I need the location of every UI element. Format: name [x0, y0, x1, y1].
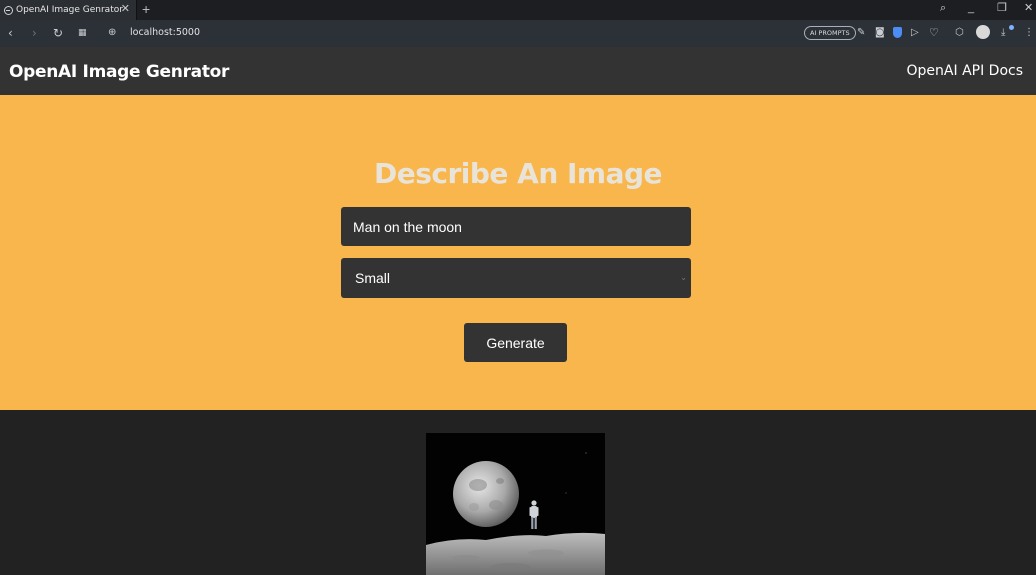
ai-prompts-button[interactable]: AI PROMPTS	[804, 26, 856, 40]
size-select[interactable]: Small ⌄	[341, 258, 691, 298]
reload-icon[interactable]: ↻	[53, 26, 63, 40]
close-tab-icon[interactable]: ✕	[121, 3, 130, 16]
globe-icon	[4, 5, 13, 15]
menu-icon[interactable]: ⋮	[1024, 26, 1034, 40]
site-info-icon[interactable]: ⊕	[108, 26, 116, 40]
send-icon[interactable]: ▷	[911, 26, 919, 40]
prompt-input[interactable]	[341, 207, 691, 246]
generate-button[interactable]: Generate	[464, 323, 567, 362]
back-icon[interactable]: ‹	[8, 26, 13, 40]
shield-icon[interactable]	[893, 27, 902, 38]
image-form-section: Describe An Image Small ⌄ Generate	[0, 95, 1036, 410]
browser-tabbar: OpenAI Image Genrator ✕ + ⌕ _ ❐ ✕	[0, 0, 1036, 20]
browser-tab[interactable]: OpenAI Image Genrator ✕	[0, 0, 137, 20]
app-header: OpenAI Image Genrator OpenAI API Docs	[0, 47, 1036, 95]
app-brand: OpenAI Image Genrator	[9, 62, 230, 82]
close-window-icon[interactable]: ✕	[1024, 1, 1033, 15]
restore-icon[interactable]: ❐	[997, 1, 1007, 15]
address-bar[interactable]: localhost:5000	[130, 27, 200, 38]
extensions-icon[interactable]: ⬡	[955, 26, 964, 40]
search-tabs-icon[interactable]: ⌕	[940, 1, 946, 15]
generated-image	[426, 433, 605, 575]
profile-avatar[interactable]	[976, 25, 990, 39]
minimize-icon[interactable]: _	[968, 1, 974, 15]
result-section	[0, 410, 1036, 575]
chevron-down-icon: ⌄	[680, 273, 687, 282]
forward-icon[interactable]: ›	[32, 26, 37, 40]
browser-navbar: ‹ › ↻ ▦ ⊕ localhost:5000 AI PROMPTS ✎ ◙ …	[0, 20, 1036, 47]
camera-icon[interactable]: ◙	[875, 26, 885, 40]
size-select-value: Small	[355, 270, 391, 286]
new-tab-icon[interactable]: +	[142, 1, 150, 17]
notification-dot	[1009, 25, 1014, 30]
download-icon[interactable]: ⤓	[1001, 26, 1005, 40]
tab-grid-icon[interactable]: ▦	[78, 26, 87, 40]
heart-icon[interactable]: ♡	[929, 26, 939, 40]
openai-api-docs-link[interactable]: OpenAI API Docs	[907, 63, 1023, 79]
edit-icon[interactable]: ✎	[857, 26, 865, 40]
tab-title: OpenAI Image Genrator	[16, 5, 123, 15]
page-title: Describe An Image	[373, 157, 663, 190]
